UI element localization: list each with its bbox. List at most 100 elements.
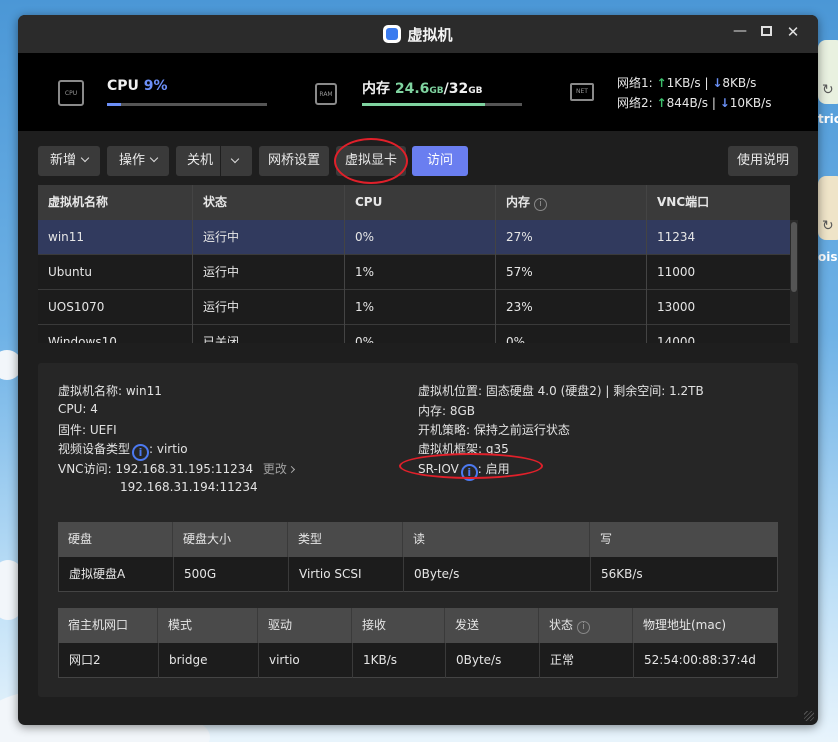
nic-port-cell: 网口2 <box>59 643 159 678</box>
vnc-change-link[interactable]: 更改 <box>263 462 295 476</box>
detail-firmware: 固件: UEFI <box>58 423 117 437</box>
nic-table-header: 宿主机网口 模式 驱动 接收 发送 状态 i 物理地址(mac) <box>58 608 778 643</box>
column-header[interactable]: 状态 <box>193 185 345 220</box>
vm-table: 虚拟机名称 状态 CPU 内存 i VNC端口 win11 运行中 0% 27% … <box>38 185 798 343</box>
nic-status-cell: 正常 <box>540 643 634 678</box>
vm-table-scrollbar[interactable] <box>790 220 798 343</box>
column-header: 状态 i <box>539 608 633 643</box>
vm-vnc-cell: 11234 <box>657 230 696 244</box>
vm-status-cell: 运行中 <box>193 290 345 325</box>
chevron-down-icon <box>80 153 90 163</box>
maximize-icon <box>760 26 772 36</box>
detail-location: 虚拟机位置: 固态硬盘 4.0 (硬盘2) | 剩余空间: 1.2TB <box>418 384 704 398</box>
column-header[interactable]: VNC端口 <box>647 185 790 220</box>
visit-button[interactable]: 访问 <box>412 146 468 176</box>
network-icon: NET <box>570 83 594 101</box>
detail-vnc-access: VNC访问: 192.168.31.195:11234 更改 <box>58 460 295 477</box>
table-row[interactable]: win11 运行中 0% 27% 11234 <box>38 220 790 255</box>
memory-usage-bar <box>362 103 522 106</box>
vm-name-cell: win11 <box>38 220 193 255</box>
scrollbar-thumb[interactable] <box>791 222 797 292</box>
shutdown-split-button[interactable]: 关机 <box>176 146 252 176</box>
download-arrow-icon: ↓ <box>712 76 723 90</box>
disk-table: 硬盘 硬盘大小 类型 读 写 虚拟硬盘A 500G Virtio SCSI 0B… <box>58 522 778 592</box>
column-header[interactable]: 内存 i <box>496 185 647 220</box>
disk-name-cell: 虚拟硬盘A <box>59 557 174 592</box>
refresh-icon: ↻ <box>822 218 834 234</box>
annotation-circle <box>399 453 543 479</box>
column-header: 驱动 <box>258 608 352 643</box>
vm-status-cell: 已关闭 <box>193 325 345 343</box>
vm-cpu-cell: 0% <box>345 220 496 255</box>
info-icon[interactable]: i <box>577 621 591 634</box>
new-dropdown-button[interactable]: 新增 <box>38 146 100 176</box>
vm-detail-panel: 虚拟机名称: win11 CPU: 4 固件: UEFI 视频设备类型 i: vi… <box>38 363 798 697</box>
nic-mac-cell: 52:54:00:88:37:4d <box>644 653 756 667</box>
title-bar[interactable]: 虚拟机 — ✕ <box>18 15 818 53</box>
window-title: 虚拟机 <box>18 24 818 45</box>
resize-grip-icon[interactable] <box>804 711 814 721</box>
memory-used: 24.6GB <box>394 81 444 97</box>
network2-stat: 网络2: ↑844B/s | ↓10KB/s <box>617 96 772 110</box>
column-header[interactable]: CPU <box>345 185 496 220</box>
help-button[interactable]: 使用说明 <box>728 146 798 176</box>
memory-total: 32GB <box>448 81 483 97</box>
vm-window: 虚拟机 — ✕ CPU CPU 9% RAM 内存 24.6GB/32GB NE… <box>18 15 818 725</box>
column-header: 读 <box>403 522 590 557</box>
upload-arrow-icon: ↑ <box>656 96 667 110</box>
shutdown-label: 关机 <box>187 153 214 168</box>
vm-memory-cell: 57% <box>496 255 647 290</box>
disk-write-cell: 56KB/s <box>601 567 643 581</box>
operate-dropdown-button[interactable]: 操作 <box>107 146 169 176</box>
info-icon[interactable]: i <box>534 198 548 211</box>
column-header: 模式 <box>158 608 258 643</box>
vm-memory-cell: 27% <box>496 220 647 255</box>
column-header: 类型 <box>288 522 403 557</box>
vm-name-cell: UOS1070 <box>38 290 193 325</box>
toolbar: 新增 操作 关机 网桥设置 虚拟显卡 访问 使用说明 <box>38 138 798 184</box>
annotation-circle <box>334 138 408 184</box>
chevron-down-icon <box>149 153 159 163</box>
detail-boot-policy: 开机策略: 保持之前运行状态 <box>418 423 570 437</box>
column-header[interactable]: 虚拟机名称 <box>38 185 193 220</box>
resource-stats: CPU CPU 9% RAM 内存 24.6GB/32GB NET 网络1: ↑… <box>18 53 818 131</box>
table-row[interactable]: UOS1070 运行中 1% 23% 13000 <box>38 290 790 325</box>
new-label: 新增 <box>49 153 76 168</box>
chevron-down-icon[interactable] <box>230 154 240 164</box>
operate-label: 操作 <box>118 153 145 168</box>
window-title-text: 虚拟机 <box>407 26 453 44</box>
cpu-usage-bar <box>107 103 267 106</box>
cpu-value: 9% <box>143 78 168 94</box>
desktop-app-label: oisk <box>818 250 838 264</box>
desktop-app-icon[interactable]: ↻ <box>818 40 838 104</box>
net-chip-text: NET <box>576 88 588 95</box>
disk-read-cell: 0Byte/s <box>404 557 591 592</box>
desktop-app-icon[interactable]: ↻ <box>818 176 838 240</box>
cpu-chip-text: CPU <box>64 90 78 97</box>
vm-table-header: 虚拟机名称 状态 CPU 内存 i VNC端口 <box>38 185 790 220</box>
vm-cpu-cell: 1% <box>345 255 496 290</box>
memory-usage-fill <box>362 103 486 106</box>
upload-arrow-icon: ↑ <box>656 76 667 90</box>
detail-video-device: 视频设备类型 i: virtio <box>58 442 188 461</box>
info-icon[interactable]: i <box>132 444 150 461</box>
ram-chip-icon: RAM <box>315 83 337 105</box>
table-row[interactable]: Ubuntu 运行中 1% 57% 11000 <box>38 255 790 290</box>
nic-send-cell: 0Byte/s <box>446 643 540 678</box>
close-button[interactable]: ✕ <box>783 23 803 41</box>
detail-cpu: CPU: 4 <box>58 402 98 416</box>
table-row: 虚拟硬盘A 500G Virtio SCSI 0Byte/s 56KB/s <box>58 557 778 592</box>
vm-name-cell: Windows10 <box>38 325 193 343</box>
detail-vm-name: 虚拟机名称: win11 <box>58 384 162 398</box>
vm-status-cell: 运行中 <box>193 220 345 255</box>
minimize-button[interactable]: — <box>730 23 750 39</box>
memory-label: 内存 <box>362 81 390 97</box>
cpu-label: CPU <box>107 78 139 94</box>
table-row[interactable]: Windows10 已关闭 0% 0% 14000 <box>38 325 790 343</box>
maximize-button[interactable] <box>756 23 776 39</box>
disk-size-cell: 500G <box>174 557 289 592</box>
nic-table: 宿主机网口 模式 驱动 接收 发送 状态 i 物理地址(mac) 网口2 brid… <box>58 608 778 678</box>
table-row: 网口2 bridge virtio 1KB/s 0Byte/s 正常 52:54… <box>58 643 778 678</box>
bridge-settings-button[interactable]: 网桥设置 <box>259 146 329 176</box>
cpu-stat: CPU 9% <box>107 78 168 94</box>
